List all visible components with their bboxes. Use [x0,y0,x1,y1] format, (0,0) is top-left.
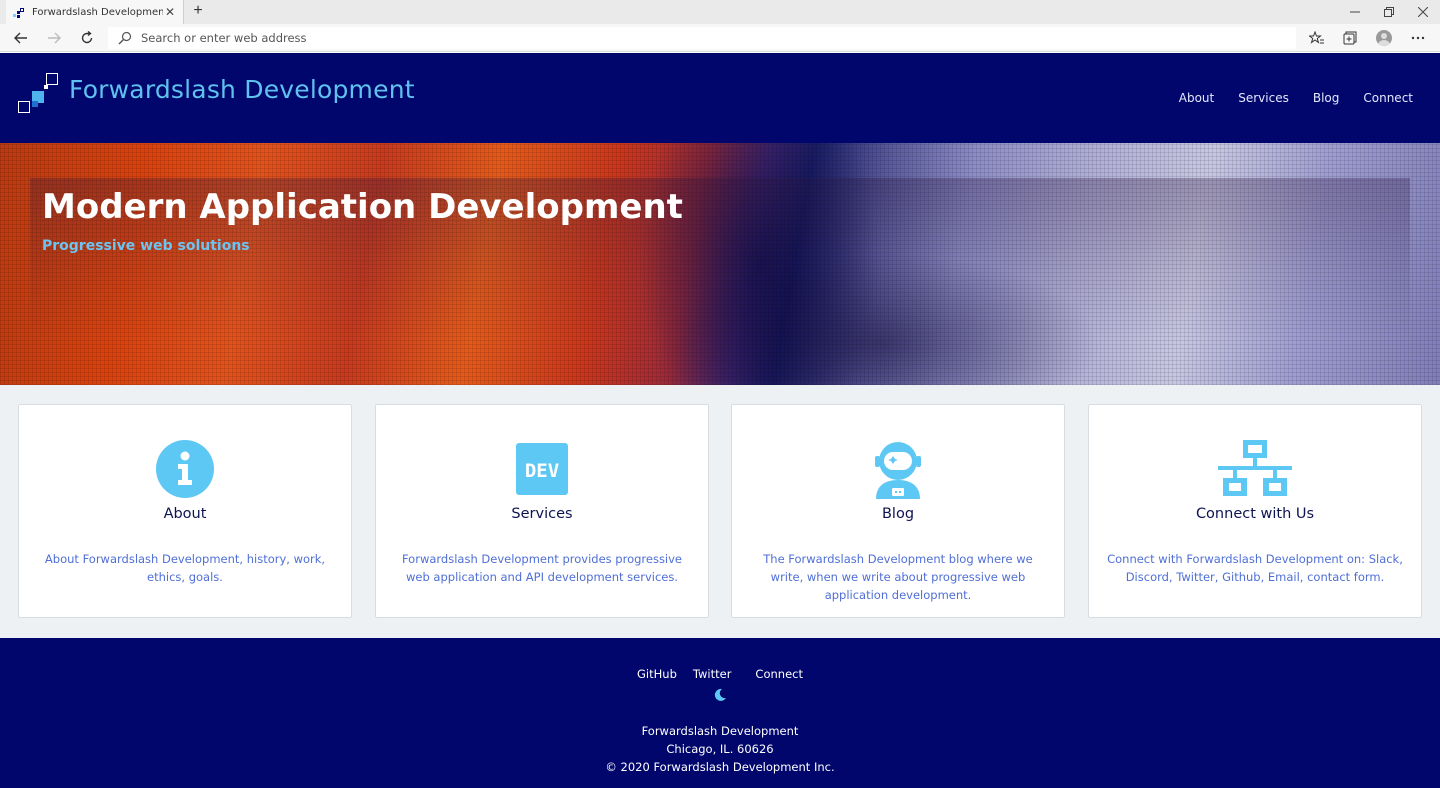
address-bar[interactable] [108,27,1296,49]
card-title: Services [511,506,573,522]
address-input[interactable] [141,31,1241,45]
feature-cards: About About Forwardslash Development, hi… [0,385,1440,638]
close-window-icon[interactable] [1406,0,1440,24]
site-favicon-icon [12,6,24,18]
restore-icon[interactable] [1372,0,1406,24]
refresh-icon[interactable] [76,28,98,48]
footer-link-github[interactable]: GitHub [637,667,677,681]
card-services[interactable]: DEV Services Forwardslash Development pr… [375,404,709,618]
browser-tab-bar: Forwardslash Development | Forwardslash … [0,0,1440,24]
nav-about[interactable]: About [1179,91,1214,105]
card-description: The Forwardslash Development blog where … [763,552,1033,602]
card-description: Forwardslash Development provides progre… [401,552,683,584]
hero-subtitle: Progressive web solutions [42,238,250,254]
info-icon [156,440,214,498]
nav-blog[interactable]: Blog [1313,91,1340,105]
search-icon [118,31,132,45]
network-icon [1218,440,1292,496]
browser-tab[interactable]: Forwardslash Development | Forwardslash … [6,0,184,24]
site-header: Forwardslash Development About Services … [0,53,1440,143]
footer-link-twitter[interactable]: Twitter [693,667,732,681]
card-about[interactable]: About About Forwardslash Development, hi… [18,404,352,618]
svg-text:DEV: DEV [525,460,559,482]
dev-icon: DEV [516,443,568,495]
footer-link-connect[interactable]: Connect [755,667,803,681]
more-menu-icon[interactable] [1407,28,1429,48]
favorites-icon[interactable] [1306,28,1328,48]
card-title: Blog [881,506,915,522]
nav-connect[interactable]: Connect [1363,91,1413,105]
profile-avatar[interactable] [1373,28,1395,48]
brand-title[interactable]: Forwardslash Development [69,75,415,104]
hero-title: Modern Application Development [42,187,683,227]
browser-toolbar [0,24,1440,52]
dark-mode-moon-icon[interactable] [713,688,727,702]
back-arrow-icon[interactable] [10,28,32,48]
site-footer: GitHub Twitter Connect Forwardslash Deve… [0,638,1440,788]
minimize-icon[interactable] [1338,0,1372,24]
card-title: Connect with Us [1195,506,1315,522]
tab-close-icon[interactable]: ✕ [163,5,177,19]
tab-title: Forwardslash Development | Forwardslash … [32,6,163,18]
nav-services[interactable]: Services [1238,91,1289,105]
footer-links: GitHub Twitter Connect [0,667,1440,681]
logo-icon[interactable] [18,73,60,113]
card-blog[interactable]: Blog The Forwardslash Development blog w… [731,404,1065,618]
footer-company: Forwardslash Development [641,724,799,738]
footer-address: Chicago, IL. 60626 [666,742,774,756]
main-nav: About Services Blog Connect [1155,91,1413,105]
card-description: About Forwardslash Development, history,… [44,552,326,584]
card-connect[interactable]: Connect with Us Connect with Forwardslas… [1088,404,1422,618]
forward-arrow-icon[interactable] [43,28,65,48]
avatar [1376,30,1392,46]
card-description: Connect with Forwardslash Development on… [1107,552,1403,584]
new-tab-icon[interactable]: + [189,2,207,20]
hero-banner: Modern Application Development Progressi… [0,143,1440,385]
footer-copyright: © 2020 Forwardslash Development Inc. [605,760,835,774]
astronaut-icon [875,442,921,499]
card-title: About [163,506,207,522]
collections-icon[interactable] [1339,28,1361,48]
